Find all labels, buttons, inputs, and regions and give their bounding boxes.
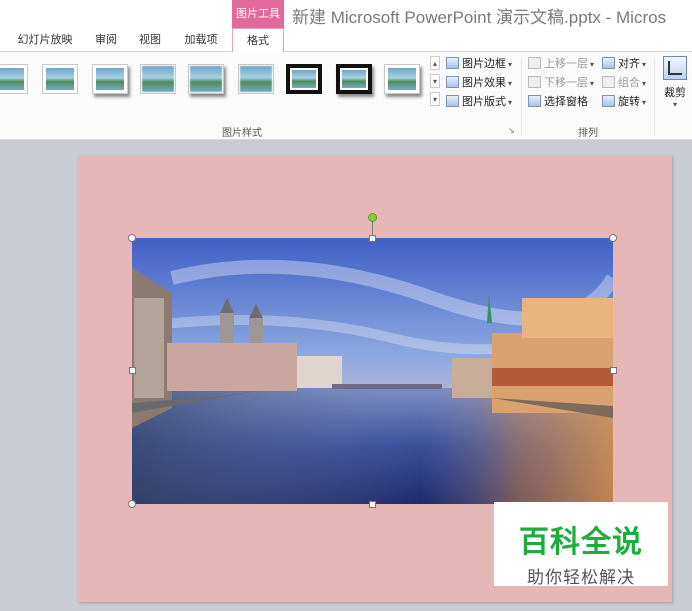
- dropdown-arrow-icon: ▾: [508, 60, 513, 69]
- resize-handle-bottom[interactable]: [369, 501, 376, 508]
- selected-picture[interactable]: [132, 238, 613, 504]
- picture-style-thumb[interactable]: [92, 64, 128, 94]
- dropdown-arrow-icon: ▾: [508, 98, 513, 107]
- window-title: 新建 Microsoft PowerPoint 演示文稿.pptx - Micr…: [292, 8, 667, 27]
- dropdown-arrow-icon: ▾: [590, 79, 595, 88]
- picture-style-thumb[interactable]: [0, 64, 28, 94]
- gallery-scroll-up-icon[interactable]: ▴: [430, 56, 440, 70]
- watermark-title: 百科全说: [519, 525, 643, 560]
- bring-forward-icon: [528, 57, 541, 69]
- dropdown-arrow-icon: ▾: [672, 100, 677, 109]
- rotate-icon: [602, 95, 615, 107]
- tab-review[interactable]: 审阅: [88, 28, 124, 52]
- picture-layout-icon: [446, 95, 459, 107]
- watermark-subtitle: 助你轻松解决: [527, 568, 635, 588]
- resize-handle-right[interactable]: [610, 367, 617, 374]
- picture-tools-context-tab[interactable]: 图片工具: [232, 0, 284, 28]
- picture-border-button[interactable]: 图片边框 ▾: [446, 55, 512, 73]
- dialog-launcher-icon[interactable]: ↘: [508, 126, 515, 135]
- gallery-scroll-down-icon[interactable]: ▾: [430, 74, 440, 88]
- dropdown-arrow-icon: ▾: [508, 79, 513, 88]
- tab-format[interactable]: 格式: [232, 28, 284, 53]
- picture-style-thumb[interactable]: [384, 64, 420, 94]
- resize-handle-top[interactable]: [369, 235, 376, 242]
- tab-addins[interactable]: 加载项: [178, 28, 224, 52]
- dropdown-arrow-icon: ▾: [590, 60, 595, 69]
- ribbon: ▴ ▾ ▾ 图片边框 ▾ 图片效果 ▾ 图片版式 ▾ 图片样式 ↘ 上移一层 ▾ 下移一…: [0, 52, 692, 140]
- picture-style-thumb[interactable]: [336, 64, 372, 94]
- city-river-photo: [132, 238, 613, 504]
- dropdown-arrow-icon: ▾: [642, 79, 647, 88]
- selection-pane-icon: [528, 95, 541, 107]
- watermark-logo: 百科全说 助你轻松解决: [494, 502, 668, 588]
- group-icon: [602, 76, 615, 88]
- picture-style-thumb[interactable]: [238, 64, 274, 94]
- crop-button[interactable]: 裁剪 ▾: [658, 56, 692, 116]
- gallery-more-icon[interactable]: ▾: [430, 92, 440, 106]
- group-divider: [654, 58, 655, 136]
- align-icon: [602, 57, 615, 69]
- picture-effects-icon: [446, 76, 459, 88]
- picture-border-icon: [446, 57, 459, 69]
- resize-handle-top-left[interactable]: [128, 234, 136, 242]
- group-button[interactable]: 组合 ▾: [602, 74, 646, 92]
- picture-styles-group-label: 图片样式: [222, 128, 262, 139]
- dropdown-arrow-icon: ▾: [642, 98, 647, 107]
- align-button[interactable]: 对齐 ▾: [602, 55, 646, 73]
- picture-layout-button[interactable]: 图片版式 ▾: [446, 93, 512, 111]
- ribbon-tabs: 幻灯片放映 审阅 视图 加载项 格式: [0, 28, 692, 53]
- send-backward-button[interactable]: 下移一层 ▾: [528, 74, 594, 92]
- crop-icon: [663, 56, 687, 80]
- picture-style-thumb[interactable]: [42, 64, 78, 94]
- resize-handle-left[interactable]: [129, 367, 136, 374]
- group-divider: [521, 58, 522, 136]
- bring-forward-button[interactable]: 上移一层 ▾: [528, 55, 594, 73]
- selection-pane-button[interactable]: 选择窗格: [528, 93, 588, 111]
- dropdown-arrow-icon: ▾: [642, 60, 647, 69]
- picture-style-thumb[interactable]: [188, 64, 224, 94]
- send-backward-icon: [528, 76, 541, 88]
- picture-effects-button[interactable]: 图片效果 ▾: [446, 74, 512, 92]
- resize-handle-bottom-left[interactable]: [128, 500, 136, 508]
- tab-view[interactable]: 视图: [132, 28, 168, 52]
- resize-handle-top-right[interactable]: [609, 234, 617, 242]
- rotate-button[interactable]: 旋转 ▾: [602, 93, 646, 111]
- rotate-handle[interactable]: [368, 213, 377, 222]
- tab-slideshow[interactable]: 幻灯片放映: [10, 28, 80, 52]
- picture-style-thumb-selected[interactable]: [286, 64, 322, 94]
- picture-style-thumb[interactable]: [140, 64, 176, 94]
- title-bar: 图片工具 新建 Microsoft PowerPoint 演示文稿.pptx -…: [0, 0, 692, 28]
- arrange-group-label: 排列: [578, 128, 598, 139]
